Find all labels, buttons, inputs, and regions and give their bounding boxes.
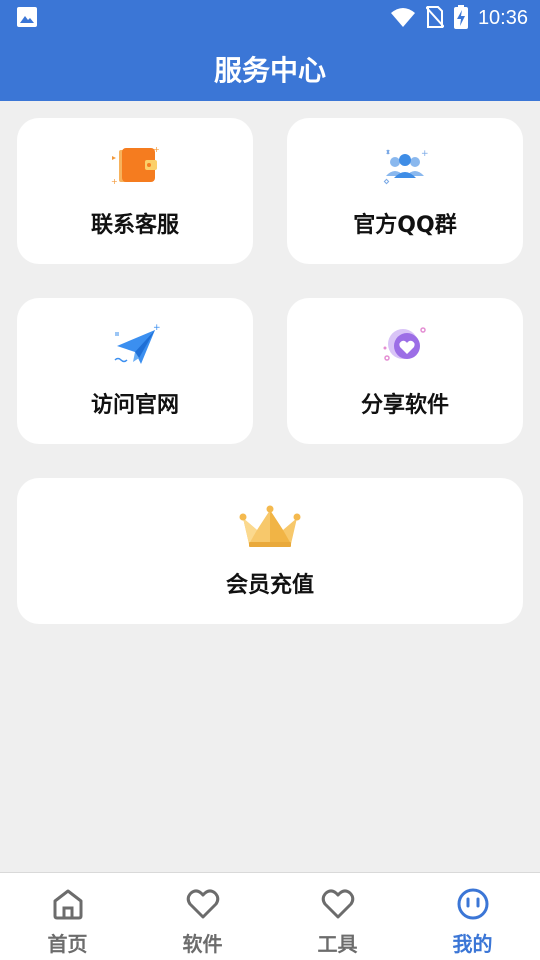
status-bar: 10:36 <box>0 0 540 37</box>
paper-plane-icon: + <box>109 323 161 372</box>
nav-item-home[interactable]: 首页 <box>0 873 135 960</box>
visit-website-card[interactable]: + 访问官网 <box>17 298 253 444</box>
smiley-icon <box>455 887 491 926</box>
contact-support-card[interactable]: + + 联系客服 <box>17 118 253 264</box>
card-label: 官方QQ群 <box>353 213 457 238</box>
wifi-icon <box>390 6 416 32</box>
svg-text:+: + <box>153 145 160 154</box>
card-label: 会员充值 <box>225 573 314 598</box>
svg-text:+: + <box>153 324 161 333</box>
home-icon <box>50 887 86 926</box>
nav-label: 首页 <box>47 932 88 956</box>
image-notification-icon <box>16 6 38 32</box>
nav-item-software[interactable]: 软件 <box>135 873 270 960</box>
nav-label: 工具 <box>317 932 358 956</box>
card-label: 联系客服 <box>90 213 179 238</box>
card-label: 访问官网 <box>90 393 179 418</box>
svg-text:+: + <box>111 177 118 186</box>
nav-label: 软件 <box>182 932 223 956</box>
official-qq-group-card[interactable]: + 官方QQ群 <box>287 118 523 264</box>
card-label: 分享软件 <box>360 393 449 418</box>
membership-recharge-card[interactable]: 会员充值 <box>17 478 523 624</box>
bottom-nav: 首页 软件 工具 我的 <box>0 872 540 960</box>
heart-badge-icon <box>379 324 431 372</box>
svg-text:+: + <box>421 149 429 159</box>
nav-label: 我的 <box>452 932 493 956</box>
battery-charging-icon <box>453 4 468 33</box>
wallet-icon: + + <box>109 144 161 192</box>
crown-icon <box>239 504 301 552</box>
no-sim-icon <box>425 5 445 33</box>
heart-outline-icon <box>320 887 356 926</box>
status-time: 10:36 <box>477 7 528 29</box>
group-icon: + <box>379 144 431 192</box>
heart-outline-icon <box>185 887 221 926</box>
share-app-card[interactable]: 分享软件 <box>287 298 523 444</box>
nav-item-tools[interactable]: 工具 <box>270 873 405 960</box>
page-title: 服务中心 <box>0 37 540 101</box>
nav-item-mine[interactable]: 我的 <box>405 873 540 960</box>
